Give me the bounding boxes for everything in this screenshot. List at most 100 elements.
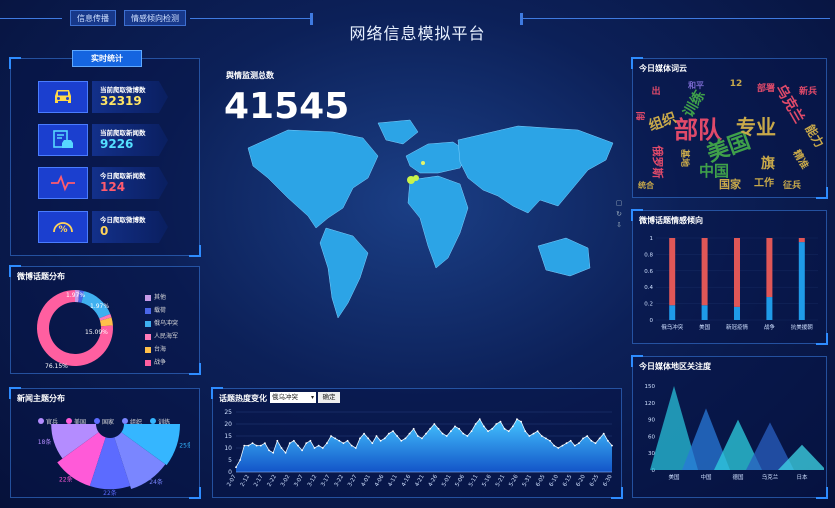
topic-select-value: 俄乌冲突 bbox=[272, 393, 298, 401]
y-tick-label: 0.2 bbox=[644, 302, 653, 308]
data-point bbox=[524, 430, 527, 433]
data-point bbox=[284, 451, 287, 454]
tab-sentiment-detect[interactable]: 情感倾向检测 bbox=[124, 10, 186, 26]
x-tick-label: 6-10 bbox=[549, 474, 561, 488]
data-point bbox=[429, 427, 432, 430]
wordcloud-word: 12 bbox=[730, 79, 743, 89]
header-line-right bbox=[522, 18, 830, 19]
bar-segment bbox=[798, 242, 805, 320]
data-point bbox=[569, 439, 572, 442]
news-topics-chart: 18条 22条 22条 24条 25条 bbox=[38, 424, 190, 497]
data-point bbox=[292, 439, 295, 442]
y-tick-label: 25 bbox=[224, 409, 232, 416]
zoom-icon[interactable]: ▢ bbox=[612, 198, 626, 209]
data-point bbox=[487, 430, 489, 433]
data-point bbox=[466, 435, 469, 437]
data-point bbox=[367, 437, 370, 440]
x-tick-label: 3-27 bbox=[347, 474, 359, 488]
world-map bbox=[247, 119, 614, 319]
bar-segment bbox=[669, 238, 676, 306]
stat-weibo-total: 当前爬取微博数 32319 bbox=[92, 81, 168, 113]
stat-value: 32319 bbox=[100, 94, 142, 108]
y-tick-label: 150 bbox=[645, 384, 656, 390]
panel-title: 微博话题情感倾向 bbox=[639, 216, 703, 225]
data-point bbox=[503, 427, 506, 430]
x-tick-label: 6-15 bbox=[562, 474, 574, 488]
x-tick-label: 乌克兰 bbox=[762, 473, 779, 481]
download-icon[interactable]: ⇩ bbox=[612, 220, 626, 231]
x-tick-label: 6-25 bbox=[589, 474, 601, 488]
wordcloud-word: 工作 bbox=[754, 176, 774, 189]
sentiment-chart: 0 0.2 0.4 0.6 0.8 1 俄乌冲突 美国 新冠疫情 战争 抗美援朝 bbox=[644, 236, 818, 331]
data-point bbox=[441, 432, 444, 435]
data-point bbox=[611, 444, 613, 447]
panel-title: 话题热度变化 bbox=[219, 394, 267, 403]
data-point bbox=[268, 449, 270, 452]
data-point bbox=[445, 435, 448, 437]
monitor-label: 舆情监测总数 bbox=[226, 71, 274, 80]
realtime-title-button[interactable]: 实时统计 bbox=[72, 50, 142, 67]
stat-value: 0 bbox=[100, 224, 109, 238]
heat-area bbox=[236, 419, 612, 472]
bar-segment bbox=[734, 238, 740, 307]
wordcloud-word: 俄罗斯 bbox=[651, 145, 665, 179]
data-point bbox=[540, 435, 543, 437]
svg-text:%: % bbox=[58, 225, 67, 235]
x-tick-label: 3-02 bbox=[280, 474, 291, 488]
data-point bbox=[251, 442, 254, 445]
data-point bbox=[404, 437, 407, 440]
confirm-button[interactable]: 确定 bbox=[318, 392, 340, 403]
data-point bbox=[598, 437, 601, 440]
data-point bbox=[491, 427, 494, 430]
panel-title: 微博话题分布 bbox=[17, 272, 65, 281]
bar-segment bbox=[701, 305, 708, 320]
data-point bbox=[235, 466, 237, 469]
data-point bbox=[495, 423, 498, 425]
weibo-topics-donut: 15.09% 76.15% 1.97% 1.97% bbox=[37, 290, 114, 370]
x-tick-label: 5-31 bbox=[522, 474, 533, 488]
data-point bbox=[338, 439, 341, 442]
data-point bbox=[433, 423, 436, 425]
wordcloud-word: 精准 bbox=[790, 147, 811, 171]
wordcloud-word: 制 bbox=[636, 111, 647, 120]
x-tick-label: 5-01 bbox=[441, 474, 452, 488]
data-point bbox=[520, 420, 522, 423]
map-africa bbox=[407, 175, 469, 269]
data-point bbox=[582, 437, 584, 440]
data-point bbox=[297, 444, 299, 447]
data-point bbox=[458, 427, 461, 430]
rose-label: 22条 bbox=[103, 489, 117, 497]
y-tick-label: 10 bbox=[224, 445, 232, 452]
slice-label: 1.97% bbox=[90, 303, 109, 310]
data-point bbox=[379, 439, 382, 442]
x-tick-label: 中国 bbox=[700, 473, 712, 481]
legend-item[interactable]: 俄乌冲突 bbox=[145, 318, 178, 327]
refresh-icon[interactable]: ↻ bbox=[612, 209, 626, 220]
rose-label: 24条 bbox=[149, 478, 163, 486]
data-point bbox=[528, 435, 531, 437]
tab-info-spread[interactable]: 信息传播 bbox=[70, 10, 116, 26]
x-tick-label: 4-26 bbox=[428, 474, 440, 488]
legend-item[interactable]: 其他 bbox=[145, 292, 166, 301]
topic-select[interactable]: 俄乌冲突 ▾ bbox=[270, 392, 316, 403]
x-tick-label: 4-11 bbox=[387, 474, 398, 488]
data-point bbox=[561, 444, 564, 447]
x-tick-label: 5-11 bbox=[468, 474, 479, 488]
header-line-far-left bbox=[0, 18, 62, 19]
stat-label: 当前爬取微博数 bbox=[100, 86, 146, 94]
data-point bbox=[383, 437, 386, 440]
legend-item[interactable]: 载荷 bbox=[145, 305, 166, 314]
region-chart: 0306090120150美国 中国 德国 乌克兰 日本 bbox=[645, 384, 824, 481]
x-tick-label: 抗美援朝 bbox=[791, 323, 814, 331]
data-point bbox=[478, 418, 481, 421]
x-tick-label: 美国 bbox=[699, 323, 711, 331]
legend-item[interactable]: 人民海军 bbox=[145, 331, 178, 340]
legend-item[interactable]: 战争 bbox=[145, 357, 166, 366]
data-point bbox=[264, 442, 266, 445]
x-tick-label: 日本 bbox=[796, 473, 808, 481]
bar-segment bbox=[798, 238, 805, 243]
wordcloud-word: 旗 bbox=[761, 155, 775, 172]
data-point bbox=[516, 418, 518, 421]
legend-item[interactable]: 台海 bbox=[145, 344, 166, 353]
y-tick-label: 1 bbox=[650, 236, 654, 242]
